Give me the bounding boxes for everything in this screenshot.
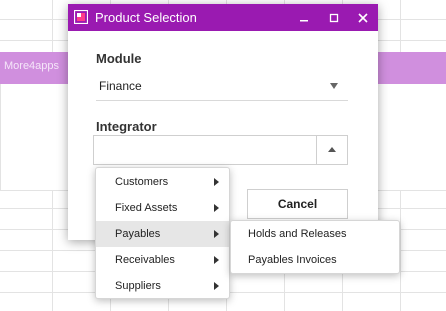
submenu-item-holds-and-releases[interactable]: Holds and Releases [231,221,399,247]
banner-text: More4apps [4,60,60,72]
dialog-titlebar: Product Selection [68,4,378,31]
chevron-right-icon [214,230,219,238]
minimize-icon [300,19,308,21]
integrator-menu: Customers Fixed Assets Payables Receivab… [95,167,230,299]
cancel-button[interactable]: Cancel [247,189,348,219]
payables-submenu: Holds and Releases Payables Invoices [230,220,400,274]
menu-item-label: Customers [115,176,169,188]
app-icon [74,10,88,24]
close-icon [358,12,368,23]
dialog-title: Product Selection [95,10,197,25]
chevron-down-icon [330,83,338,89]
menu-item-label: Fixed Assets [115,202,178,214]
menu-item-label: Receivables [115,254,175,266]
menu-item-label: Payables [115,228,161,240]
chevron-right-icon [214,178,219,186]
module-label: Module [96,51,142,66]
close-button[interactable] [349,4,377,31]
module-select[interactable]: Finance [96,74,348,101]
submenu-item-label: Payables Invoices [248,254,337,266]
menu-item-receivables[interactable]: Receivables [96,247,229,273]
chevron-right-icon [214,256,219,264]
integrator-dropdown-toggle[interactable] [316,136,347,164]
submenu-item-label: Holds and Releases [248,228,347,240]
chevron-right-icon [214,204,219,212]
module-select-value: Finance [99,79,142,93]
maximize-icon [329,13,339,22]
chevron-right-icon [214,282,219,290]
menu-item-fixed-assets[interactable]: Fixed Assets [96,195,229,221]
chevron-up-icon [328,147,336,152]
menu-item-customers[interactable]: Customers [96,169,229,195]
integrator-label: Integrator [96,119,157,134]
menu-item-suppliers[interactable]: Suppliers [96,273,229,299]
integrator-combobox[interactable] [93,135,348,165]
maximize-button[interactable] [320,4,348,31]
menu-item-payables[interactable]: Payables [96,221,229,247]
minimize-button[interactable] [290,4,318,31]
menu-item-label: Suppliers [115,280,161,292]
submenu-item-payables-invoices[interactable]: Payables Invoices [231,247,399,273]
